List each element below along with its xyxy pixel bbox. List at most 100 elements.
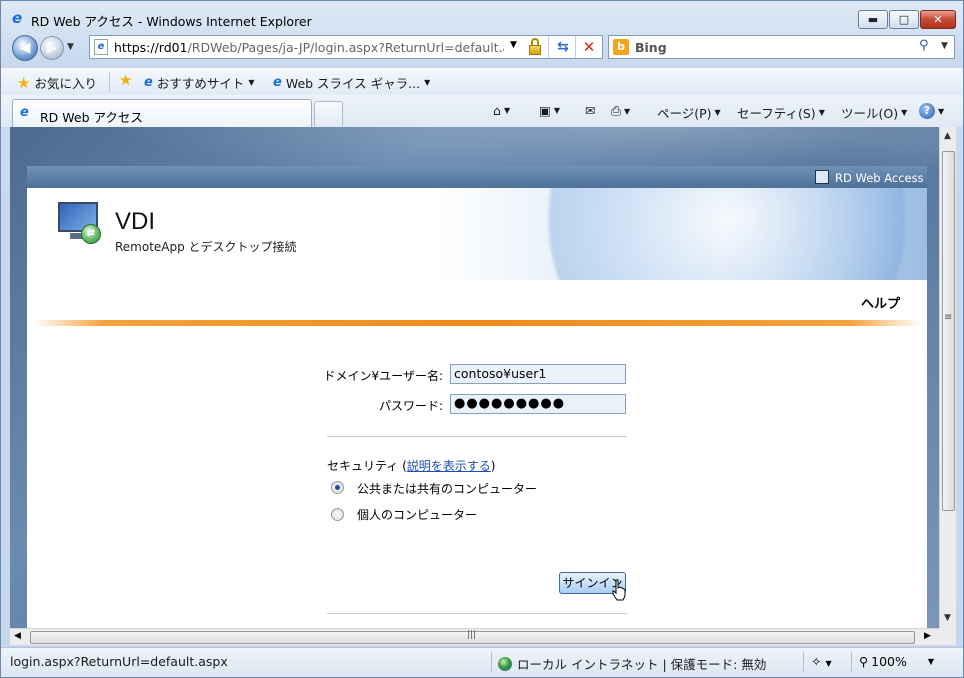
arrow-right-icon: ▶ [46,40,58,56]
ie-icon: e [144,75,153,90]
rd-web-access-label: RD Web Access [835,171,924,185]
mail-icon: ✉ [585,103,596,118]
help-menu[interactable]: ? ▼ [919,103,944,119]
help-icon: ? [919,103,935,119]
tab-label: RD Web アクセス [40,110,143,125]
title-bar: e RD Web アクセス - Windows Internet Explore… [1,1,963,35]
browser-window: e RD Web アクセス - Windows Internet Explore… [0,0,964,678]
web-slice-label: Web スライス ギャラ... [285,76,421,91]
grip-icon: ||| [467,630,477,640]
maximize-button[interactable]: □ [889,10,919,29]
help-link[interactable]: ヘルプ [861,293,900,312]
public-computer-label: 公共または共有のコンピューター [357,482,538,496]
security-label: セキュリティ ( [327,459,407,473]
star-icon: ★ [17,73,31,92]
intranet-zone-icon [498,656,512,671]
public-computer-radio[interactable] [331,481,344,494]
password-label: パスワード: [378,399,443,413]
favorites-button[interactable]: ★ お気に入り [17,73,97,92]
vertical-scroll-thumb[interactable] [942,151,955,511]
back-button[interactable]: ◀ [12,35,38,61]
search-options-dropdown[interactable]: ▼ [941,41,948,51]
password-input[interactable]: ●●●●●●●●● [450,394,626,414]
close-button[interactable]: ✕ [920,10,956,29]
arrow-left-icon: ◀ [19,40,31,56]
ie-logo-icon: e [12,9,23,27]
horizontal-scrollbar[interactable]: ◀ ||| ▶ [10,628,939,645]
mail-button[interactable]: ✉ [585,103,595,118]
grip-icon: ≡ [944,312,953,323]
scroll-down-icon[interactable]: ▼ [944,613,951,623]
lock-icon[interactable] [528,38,542,56]
status-url: login.aspx?ReturnUrl=default.aspx [10,654,228,669]
hand-cursor-icon [612,579,626,601]
zoom-icon: ⚲ [859,654,869,669]
address-bar[interactable]: e https://rd01/RDWeb/Pages/ja-JP/login.a… [89,35,603,59]
scroll-up-icon[interactable]: ▲ [944,131,951,141]
form-bottom-divider [327,613,627,614]
search-box[interactable]: b Bing ⚲ ▼ [608,35,955,59]
divider [803,652,804,672]
scrollbar-corner [939,628,956,645]
tab-rd-web-access[interactable]: e RD Web アクセス [12,99,312,127]
address-url[interactable]: https://rd01/RDWeb/Pages/ja-JP/login.asp… [114,40,504,55]
app-subtitle: RemoteApp とデスクトップ接続 [115,240,297,254]
private-computer-label: 個人のコンピューター [357,508,478,522]
suggested-sites-label: おすすめサイト [156,76,245,91]
search-provider: Bing [635,40,667,55]
vertical-scrollbar[interactable]: ▲ ≡ ▼ [939,127,956,628]
print-button[interactable]: ⎙ ▼ [611,103,630,119]
security-zone-label: ローカル イントラネット | 保護モード: 無効 [517,657,767,672]
domain-user-label: ドメイン¥ユーザー名: [323,369,443,383]
address-dropdown[interactable]: ▼ [510,40,517,50]
recent-pages-dropdown[interactable]: ▼ [67,42,74,52]
divider [491,652,492,672]
add-to-favorites-icon: ★ [119,71,133,89]
add-favorite-button[interactable]: ★ [119,71,133,89]
help-bar: ヘルプ [27,280,927,320]
page-icon: e [94,39,108,55]
tools-menu[interactable]: ツール(O) ▼ [841,103,907,122]
web-slice-gallery-link[interactable]: e Web スライス ギャラ... ▼ [273,73,430,92]
scroll-right-icon[interactable]: ▶ [924,631,931,641]
refresh-button[interactable]: ⇆ [554,38,572,56]
divider [575,36,576,58]
divider [548,36,549,58]
app-title: VDI [115,208,156,235]
suggested-sites-link[interactable]: e おすすめサイト ▼ [144,73,255,92]
tools-menu-label: ツール(O) [841,106,899,121]
url-path: /RDWeb/Pages/ja-JP/login.aspx?ReturnUrl=… [187,40,504,55]
security-close-paren: ) [490,459,496,473]
zoom-level: 100% [871,654,907,669]
feeds-button[interactable]: ▣ ▼ [539,103,560,118]
stop-button[interactable]: ✕ [580,38,598,56]
zoom-button[interactable]: ⚲ 100% ▼ [859,654,934,669]
page-menu[interactable]: ページ(P) ▼ [657,103,721,122]
rdweb-header-strip: RD Web Access [27,166,927,188]
safety-menu[interactable]: セーフティ(S) ▼ [737,103,825,122]
window-title: RD Web アクセス - Windows Internet Explorer [31,14,312,29]
magic-wand-icon: ✧ [811,654,822,669]
scroll-left-icon[interactable]: ◀ [14,631,21,641]
page-menu-label: ページ(P) [657,106,712,121]
accessibility-button[interactable]: ✧ ▼ [811,654,832,669]
show-explanation-link[interactable]: 説明を表示する [407,459,491,473]
home-button[interactable]: ⌂ ▼ [493,103,510,118]
search-icon[interactable]: ⚲ [919,38,929,53]
printer-icon: ⎙ [611,103,622,118]
new-tab-button[interactable] [314,101,343,126]
security-zone[interactable]: ローカル イントラネット | 保護モード: 無効 [498,654,766,673]
favorites-label: お気に入り [34,76,97,91]
domain-user-input[interactable]: contoso¥user1 [450,364,626,384]
navigation-bar: ◀ ▶ ▼ e https://rd01/RDWeb/Pages/ja-JP/l… [1,35,963,63]
forward-button[interactable]: ▶ [40,36,64,60]
bing-icon: b [613,39,629,55]
chevron-down-icon: ▼ [927,657,935,666]
ie-icon: e [20,105,29,120]
status-bar: login.aspx?ReturnUrl=default.aspx ローカル イ… [1,647,963,677]
tab-bar: e RD Web アクセス ⌂ ▼ ▣ ▼ ✉ ⎙ ▼ ページ(P) ▼ セーフティ(S… [1,95,963,127]
form-divider [327,436,627,437]
divider [851,652,852,672]
private-computer-radio[interactable] [331,508,344,521]
minimize-button[interactable]: ▬ [858,10,888,29]
